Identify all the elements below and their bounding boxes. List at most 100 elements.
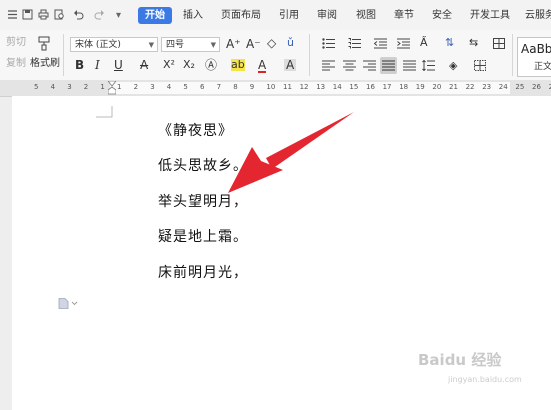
undo-icon[interactable] <box>73 9 84 20</box>
ruler-number: 10 <box>266 83 276 91</box>
justify-icon[interactable] <box>380 57 397 74</box>
ruler-number: 3 <box>67 83 72 91</box>
preview-icon[interactable] <box>54 9 65 20</box>
shrink-font-icon[interactable]: A⁻ <box>246 38 261 50</box>
print-icon[interactable] <box>38 9 49 20</box>
poem-title: 《静夜思》 <box>158 123 233 139</box>
ruler-number: 14 <box>332 83 342 91</box>
font-color-icon[interactable]: A <box>258 59 267 73</box>
bullet-list-icon[interactable] <box>322 38 335 49</box>
divider <box>512 34 513 76</box>
watermark-logo: Baidu 经验 <box>418 351 502 369</box>
text-effect-icon[interactable]: Ⓐ <box>205 59 217 71</box>
ruler-number: 8 <box>233 83 238 91</box>
page-corner-mark-icon <box>96 106 113 118</box>
ruler-number: 1 <box>117 83 122 91</box>
tab-chapter[interactable]: 章节 <box>394 9 414 22</box>
italic-icon[interactable]: I <box>95 59 100 71</box>
clear-format-icon[interactable]: ◇ <box>267 37 276 49</box>
phonetic-guide-icon[interactable]: ǔ <box>287 37 294 49</box>
menu-icon[interactable] <box>7 9 18 20</box>
ruler-number: 4 <box>50 83 56 91</box>
ruler-number: 5 <box>183 83 188 91</box>
ruler-number: 5 <box>34 83 39 91</box>
tab-security[interactable]: 安全 <box>432 9 452 22</box>
tab-developer[interactable]: 开发工具 <box>470 9 510 22</box>
numbered-list-icon[interactable] <box>348 38 361 49</box>
ruler-number: 12 <box>299 83 309 91</box>
indent-marker-icon[interactable] <box>108 81 116 95</box>
show-marks-icon[interactable]: ⇆ <box>469 37 478 49</box>
superscript-icon[interactable]: X² <box>163 59 175 71</box>
strikethrough-icon[interactable]: A <box>140 59 148 71</box>
redo-icon[interactable] <box>94 9 105 20</box>
ruler-number: 3 <box>150 83 155 91</box>
ruler-number: 9 <box>249 83 255 91</box>
poem-line: 举头望明月， <box>158 194 248 210</box>
ruler-number: 19 <box>415 83 425 91</box>
poem-line: 疑是地上霜。 <box>158 229 248 245</box>
menu-bar: ▾ 开始 插入 页面布局 引用 审阅 视图 章节 安全 开发工具 云服务 <box>0 0 551 30</box>
subscript-icon[interactable]: X₂ <box>183 59 195 71</box>
style-gallery-normal[interactable]: AaBb 正文 <box>517 37 551 77</box>
ruler-number: 23 <box>482 83 492 91</box>
ruler-number: 2 <box>83 83 89 91</box>
ruler-number: 4 <box>166 83 172 91</box>
tab-view[interactable]: 视图 <box>356 9 376 22</box>
ruler-number: 16 <box>366 83 375 91</box>
tab-cloud[interactable]: 云服务 <box>525 9 551 22</box>
document-page[interactable]: 《静夜思》 低头思故乡。 举头望明月， 疑是地上霜。 床前明月光， Baidu … <box>12 96 551 410</box>
align-left-icon[interactable] <box>322 60 335 71</box>
align-right-icon[interactable] <box>363 60 376 71</box>
tab-review[interactable]: 审阅 <box>317 9 337 22</box>
change-case-icon[interactable]: A̋ <box>420 37 428 49</box>
ruler-number: 25 <box>515 83 525 91</box>
tab-references[interactable]: 引用 <box>279 9 299 22</box>
grow-font-icon[interactable]: A⁺ <box>226 38 241 50</box>
table-borders-icon[interactable] <box>493 38 505 49</box>
distributed-align-icon[interactable] <box>403 60 416 71</box>
tab-insert[interactable]: 插入 <box>183 9 203 22</box>
paragraph-layout-icon[interactable] <box>58 298 78 309</box>
tab-page-layout[interactable]: 页面布局 <box>221 9 261 22</box>
style-label: 正文 <box>534 62 551 72</box>
poem-line: 床前明月光， <box>158 265 248 281</box>
ruler-number: 7 <box>216 83 222 91</box>
ruler-number: 22 <box>465 83 475 91</box>
customize-dropdown-icon[interactable]: ▾ <box>116 9 121 22</box>
format-painter-button[interactable]: 格式刷 <box>30 58 60 70</box>
save-icon[interactable] <box>22 9 33 20</box>
increase-indent-icon[interactable] <box>397 38 410 49</box>
font-name-value: 宋体 (正文) <box>75 40 121 50</box>
ruler-number: 6 <box>200 83 205 91</box>
ruler-number: 24 <box>498 83 508 91</box>
ribbon-toolbar: 剪切 复制 格式刷 宋体 (正文) ▼ 四号 ▼ A⁺ A⁻ ◇ ǔ B I U… <box>0 30 551 81</box>
decrease-indent-icon[interactable] <box>374 38 387 49</box>
ruler-number: 26 <box>532 83 541 91</box>
bold-icon[interactable]: B <box>75 59 84 71</box>
style-preview: AaBb <box>521 42 551 56</box>
highlight-icon[interactable]: ab <box>231 59 245 71</box>
font-size-select[interactable]: 四号 ▼ <box>161 37 220 52</box>
chevron-down-icon: ▼ <box>210 41 216 49</box>
tab-home[interactable]: 开始 <box>138 7 172 24</box>
shading-icon[interactable]: ◈ <box>449 60 457 72</box>
sort-icon[interactable]: ⇅ <box>445 37 454 49</box>
char-shading-icon[interactable]: A <box>284 59 297 71</box>
underline-icon[interactable]: U <box>114 59 123 71</box>
align-center-icon[interactable] <box>343 60 356 71</box>
watermark-url: jingyan.baidu.com <box>448 375 522 384</box>
border-icon[interactable] <box>474 60 486 71</box>
ruler-number: 20 <box>432 83 442 91</box>
font-name-select[interactable]: 宋体 (正文) ▼ <box>70 37 158 52</box>
ruler-number: 21 <box>449 83 458 91</box>
horizontal-ruler[interactable]: 5 4 3 2 1 1 2 3 4 5 6 7 8 9 10 11 12 13 14 15 16 17 18 19 20 21 22… <box>0 80 551 97</box>
ruler-number: 13 <box>316 83 326 91</box>
format-painter-icon[interactable] <box>36 36 52 51</box>
cut-button[interactable]: 剪切 <box>6 37 26 49</box>
chevron-down-icon: ▼ <box>148 41 154 49</box>
font-size-value: 四号 <box>166 40 185 50</box>
line-spacing-icon[interactable] <box>422 60 435 71</box>
ruler-number: 17 <box>382 83 392 91</box>
copy-button[interactable]: 复制 <box>6 58 26 70</box>
